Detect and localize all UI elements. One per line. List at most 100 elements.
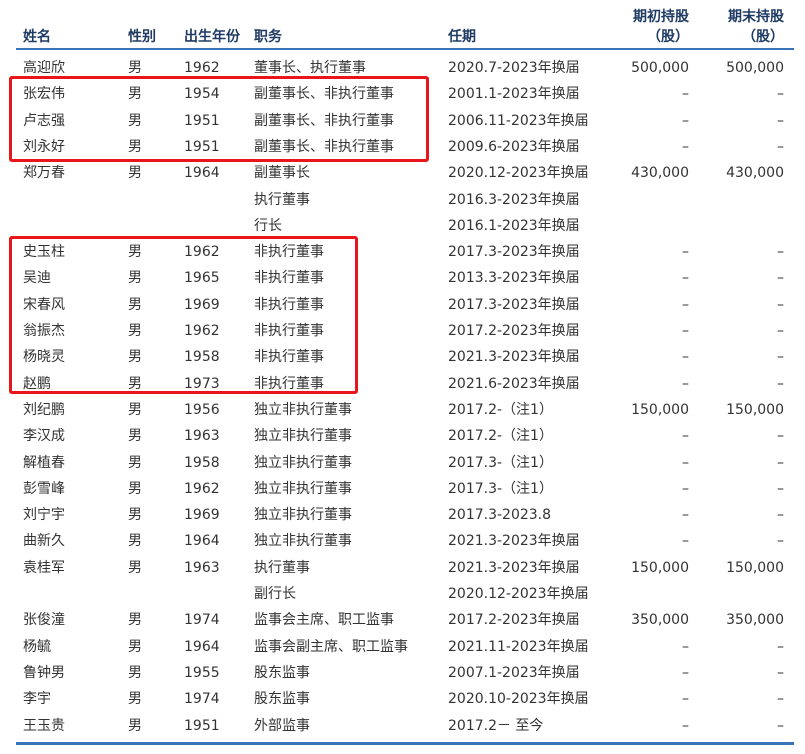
cell-term: 2021.3-2023年换届 <box>448 559 580 576</box>
cell-shares-end: 500,000 <box>726 60 784 76</box>
header-term: 任期 <box>448 29 476 45</box>
cell-shares-start: – <box>682 86 689 103</box>
header-shares-start: 期初持股 （股） <box>633 7 689 47</box>
cell-term: 2009.6-2023年换届 <box>448 138 580 155</box>
cell-name: 郑万春 <box>23 165 65 182</box>
cell-position: 执行董事 <box>254 191 310 208</box>
cell-name: 袁桂军 <box>23 559 65 576</box>
cell-gender: 男 <box>128 638 142 655</box>
cell-name: 刘宁宇 <box>23 507 65 524</box>
header-shares-start-line1: 期初持股 <box>633 9 689 25</box>
cell-shares-end: – <box>777 691 784 708</box>
cell-shares-end: – <box>777 270 784 287</box>
cell-shares-end: – <box>777 428 784 445</box>
header-shares-end-line2: （股） <box>742 29 784 45</box>
cell-gender: 男 <box>128 165 142 182</box>
header-shares-end: 期末持股 （股） <box>728 7 784 47</box>
cell-position: 监事会副主席、职工监事 <box>254 638 408 655</box>
cell-birth-year: 1969 <box>184 507 220 524</box>
cell-shares-start: – <box>682 717 689 734</box>
cell-shares-end: – <box>777 112 784 129</box>
cell-name: 刘纪鹏 <box>23 401 65 418</box>
cell-birth-year: 1964 <box>184 165 220 182</box>
header-shares-start-line2: （股） <box>647 29 689 45</box>
cell-term: 2021.6-2023年换届 <box>448 375 580 392</box>
table-row: 副行长 2020.12-2023年换届 <box>16 581 794 607</box>
table-row: 杨毓 男 1964 监事会副主席、职工监事 2021.11-2023年换届 – – <box>16 634 794 660</box>
cell-name: 张俊潼 <box>23 612 65 629</box>
cell-term: 2001.1-2023年换届 <box>448 86 580 103</box>
cell-term: 2021.3-2023年换届 <box>448 533 580 550</box>
cell-shares-end: – <box>777 296 784 313</box>
cell-shares-start: – <box>682 375 689 392</box>
header-rule <box>16 48 794 50</box>
cell-position: 独立非执行董事 <box>254 533 352 550</box>
cell-shares-start: – <box>682 533 689 550</box>
cell-name: 曲新久 <box>23 533 65 550</box>
cell-shares-end: – <box>777 454 784 471</box>
cell-shares-start: – <box>682 507 689 524</box>
table-row: 袁桂军 男 1963 执行董事 2021.3-2023年换届 150,000 150,000 <box>16 555 794 581</box>
cell-shares-start: – <box>682 349 689 366</box>
cell-position: 外部监事 <box>254 717 310 734</box>
header-position: 职务 <box>254 29 282 45</box>
header-name: 姓名 <box>23 29 51 45</box>
cell-term: 2021.11-2023年换届 <box>448 638 589 655</box>
cell-birth-year: 1963 <box>184 428 220 445</box>
highlight-box-non-executive-directors <box>9 236 358 394</box>
cell-position: 执行董事 <box>254 559 310 576</box>
cell-term: 2017.2-（注1） <box>448 428 553 445</box>
cell-term: 2021.3-2023年换届 <box>448 349 580 366</box>
cell-term: 2020.12-2023年换届 <box>448 586 589 602</box>
cell-term: 2017.3-2023年换届 <box>448 296 580 313</box>
cell-birth-year: 1964 <box>184 533 220 550</box>
cell-shares-start: – <box>682 691 689 708</box>
cell-shares-end: – <box>777 533 784 550</box>
cell-birth-year: 1958 <box>184 454 220 471</box>
cell-term: 2017.3-2023.8 <box>448 507 552 524</box>
cell-shares-start: 150,000 <box>631 559 689 576</box>
cell-gender: 男 <box>128 691 142 708</box>
table-row: 鲁钟男 男 1955 股东监事 2007.1-2023年换届 – – <box>16 660 794 686</box>
cell-shares-start: – <box>682 480 689 497</box>
cell-birth-year: 1974 <box>184 691 220 708</box>
cell-shares-start: – <box>682 323 689 339</box>
table-row: 刘宁宇 男 1969 独立非执行董事 2017.3-2023.8 – – <box>16 502 794 528</box>
cell-term: 2017.3-2023年换届 <box>448 244 580 261</box>
cell-shares-end: – <box>777 375 784 392</box>
table-row: 张俊潼 男 1974 监事会主席、职工监事 2017.2-2023年换届 350,000 3… <box>16 607 794 633</box>
cell-term: 2013.3-2023年换届 <box>448 270 580 287</box>
cell-shares-end: – <box>777 507 784 524</box>
cell-position: 监事会主席、职工监事 <box>254 612 394 629</box>
cell-shares-start: – <box>682 296 689 313</box>
cell-position: 独立非执行董事 <box>254 428 352 445</box>
table-row: 执行董事 2016.3-2023年换届 <box>16 187 794 213</box>
cell-name: 解植春 <box>23 454 65 471</box>
cell-birth-year: 1974 <box>184 612 220 629</box>
cell-shares-end: – <box>777 638 784 655</box>
cell-gender: 男 <box>128 717 142 734</box>
cell-birth-year: 1963 <box>184 559 220 576</box>
cell-gender: 男 <box>128 480 142 497</box>
cell-term: 2020.7-2023年换届 <box>448 60 580 76</box>
table-row: 王玉贵 男 1951 外部监事 2017.2－ 至今 – – <box>16 713 794 739</box>
cell-term: 2017.2-2023年换届 <box>448 323 580 339</box>
highlight-box-vice-chairmen <box>9 76 429 162</box>
table-row: 李宇 男 1974 股东监事 2020.10-2023年换届 – – <box>16 686 794 712</box>
cell-shares-start: 350,000 <box>631 612 689 629</box>
header-gender: 性别 <box>128 29 156 45</box>
cell-shares-end: 150,000 <box>726 559 784 576</box>
cell-term: 2016.3-2023年换届 <box>448 191 580 208</box>
cell-shares-start: 500,000 <box>631 60 689 76</box>
table-row: 解植春 男 1958 独立非执行董事 2017.3-（注1） – – <box>16 450 794 476</box>
cell-shares-end: – <box>777 244 784 261</box>
cell-name: 李汉成 <box>23 428 65 445</box>
cell-shares-end: 430,000 <box>726 165 784 182</box>
cell-position: 行长 <box>254 217 282 234</box>
table-row: 郑万春 男 1964 副董事长 2020.12-2023年换届 430,000 430,00… <box>16 160 794 186</box>
cell-shares-start: – <box>682 244 689 261</box>
cell-shares-end: 350,000 <box>726 612 784 629</box>
cell-shares-end: – <box>777 480 784 497</box>
cell-term: 2007.1-2023年换届 <box>448 664 580 681</box>
cell-birth-year: 1951 <box>184 717 220 734</box>
